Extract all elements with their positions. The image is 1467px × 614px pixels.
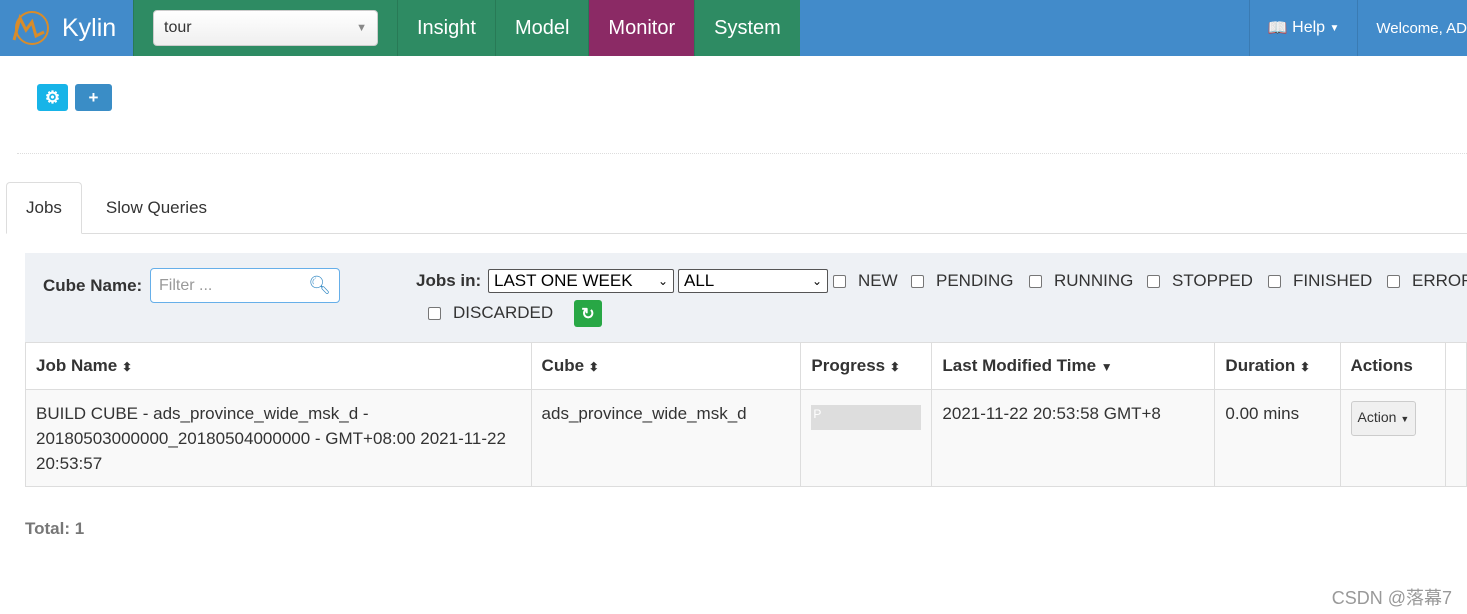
tab-jobs[interactable]: Jobs [6, 182, 82, 234]
project-value: tour [164, 19, 192, 36]
add-button[interactable]: + [75, 84, 112, 111]
nav-system[interactable]: System [694, 0, 800, 56]
actions-cell: Action ▼ [1339, 389, 1446, 487]
jobs-in-label: Jobs in: [416, 271, 482, 290]
help-label: Help [1292, 19, 1326, 36]
cube-filter-placeholder: Filter ... [159, 276, 213, 294]
settings-button[interactable]: ⚙ [37, 84, 68, 111]
status-label: DISCARDED [453, 303, 554, 322]
filter-panel: Cube Name: Filter ... 🔍︎ Jobs in: LAST ON… [25, 253, 1467, 343]
search-icon: 🔍︎ [308, 275, 331, 295]
watermark: CSDN @落幕7 [1331, 588, 1452, 608]
chevron-down-icon: ⌄ [811, 274, 822, 288]
checkbox-new[interactable]: NEW [833, 271, 898, 291]
nav-right: 📖 Help ▼ Welcome, AD [1248, 0, 1467, 56]
gears-icon: ⚙ [44, 87, 61, 107]
progress-bar: P [811, 405, 922, 430]
checkbox-pending[interactable]: PENDING [911, 271, 1013, 291]
cube-cell: ads_province_wide_msk_d [530, 389, 802, 487]
cube-name-label: Cube Name: [43, 276, 143, 295]
checkbox-running[interactable]: RUNNING [1029, 271, 1133, 291]
project-bar: tour ▼ [133, 0, 397, 56]
status-label: FINISHED [1293, 271, 1373, 290]
top-navbar: Kylin tour ▼ Insight Model Monitor System… [0, 0, 1467, 56]
refresh-button[interactable]: ↻ [574, 300, 602, 327]
action-dropdown-button[interactable]: Action ▼ [1350, 401, 1417, 436]
status-label: ERROR [1412, 271, 1467, 290]
help-menu[interactable]: 📖 Help ▼ [1248, 0, 1358, 56]
time-range-select[interactable]: LAST ONE WEEK ⌄ [488, 269, 674, 293]
header-last-modified[interactable]: Last Modified Time ▼ [931, 342, 1216, 390]
checkbox-finished[interactable]: FINISHED [1268, 271, 1372, 291]
table-row: BUILD CUBE - ads_province_wide_msk_d - 2… [25, 389, 1467, 487]
plus-icon: + [88, 87, 99, 107]
progress-cell: P [800, 389, 933, 487]
tabs: Jobs Slow Queries [6, 182, 1467, 234]
checkbox-discarded[interactable]: DISCARDED [428, 303, 553, 323]
book-icon: 📖 [1267, 20, 1293, 37]
caret-down-icon: ▼ [1329, 22, 1340, 34]
kylin-logo-icon [12, 11, 49, 45]
refresh-icon: ↻ [581, 305, 595, 323]
status-label: PENDING [936, 271, 1014, 290]
sort-icon: ⬍ [588, 360, 599, 374]
header-extra [1444, 342, 1467, 390]
job-type-select[interactable]: ALL ⌄ [678, 269, 828, 293]
nav-model[interactable]: Model [494, 0, 589, 56]
sort-icon: ⬍ [1300, 360, 1311, 374]
tab-slow-queries[interactable]: Slow Queries [82, 182, 226, 233]
status-label: STOPPED [1172, 271, 1253, 290]
extra-cell [1444, 389, 1467, 487]
job-type-value: ALL [684, 271, 715, 290]
status-label: NEW [858, 271, 898, 290]
sort-icon: ⬍ [121, 360, 133, 374]
jobs-table: Job Name ⬍ Cube ⬍ Progress ⬍ Last Modifi… [25, 342, 1467, 487]
checkbox-stopped[interactable]: STOPPED [1147, 271, 1253, 291]
brand-name: Kylin [62, 13, 117, 42]
caret-down-icon: ▼ [356, 22, 367, 34]
sort-icon: ⬍ [889, 360, 900, 374]
duration-cell: 0.00 mins [1214, 389, 1341, 487]
header-actions: Actions [1339, 342, 1446, 390]
header-progress[interactable]: Progress ⬍ [800, 342, 933, 390]
nav-insight[interactable]: Insight [397, 0, 495, 56]
chevron-down-icon: ⌄ [657, 274, 668, 288]
project-select[interactable]: tour ▼ [153, 10, 378, 46]
last-modified-cell: 2021-11-22 20:53:58 GMT+8 [931, 389, 1216, 487]
header-cube[interactable]: Cube ⬍ [530, 342, 802, 390]
table-header: Job Name ⬍ Cube ⬍ Progress ⬍ Last Modifi… [25, 342, 1467, 390]
header-job-name[interactable]: Job Name ⬍ [25, 342, 532, 390]
welcome-user[interactable]: Welcome, AD [1357, 0, 1467, 56]
time-range-value: LAST ONE WEEK [494, 271, 633, 290]
status-label: RUNNING [1054, 271, 1134, 290]
divider [17, 153, 1467, 154]
cube-filter-input[interactable]: Filter ... 🔍︎ [150, 268, 340, 303]
total-count: Total: 1 [25, 519, 85, 538]
caret-down-icon: ▼ [1400, 414, 1410, 424]
brand[interactable]: Kylin [0, 0, 133, 56]
checkbox-error[interactable]: ERROR [1387, 271, 1467, 291]
nav-monitor[interactable]: Monitor [588, 0, 695, 56]
header-duration[interactable]: Duration ⬍ [1214, 342, 1341, 390]
job-name-cell[interactable]: BUILD CUBE - ads_province_wide_msk_d - 2… [25, 389, 532, 487]
sort-desc-icon: ▼ [1100, 360, 1113, 374]
